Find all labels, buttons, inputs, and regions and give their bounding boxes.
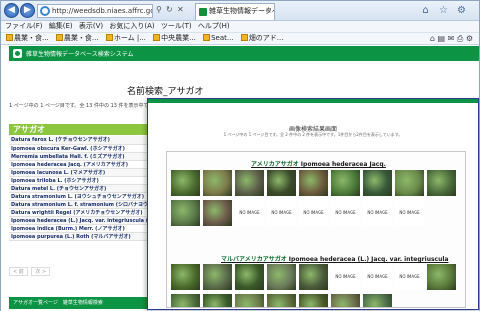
site-logo-icon[interactable]	[13, 49, 22, 58]
folder-icon	[55, 34, 63, 41]
folder-icon	[6, 34, 13, 41]
search-icon[interactable]: ⚲	[156, 5, 162, 14]
refresh-icon[interactable]: ↻	[166, 5, 173, 14]
tab-favicon	[199, 8, 207, 16]
no-image-label: NO IMAGE	[367, 274, 388, 279]
back-arrow-icon[interactable]: ◀	[4, 3, 19, 18]
plant-photo-thumbnail[interactable]	[171, 264, 200, 290]
favorites-bar: 農業・食... 農業・食... ホーム |... 中央農業... Seat...…	[1, 33, 479, 45]
menu-view[interactable]: 表示(V)	[79, 21, 103, 32]
pager: < 前 次 >	[9, 267, 52, 276]
url-text: http://weedsdb.niaes.affrc.go.jp/...	[52, 7, 152, 15]
close-tab-icon[interactable]: ✕	[265, 4, 271, 19]
stop-icon[interactable]: ✕	[177, 5, 184, 14]
pager-prev[interactable]: < 前	[9, 267, 28, 276]
plant-photo-thumbnail[interactable]	[427, 264, 456, 290]
favorite-item[interactable]: 農業・食...	[6, 33, 49, 44]
toolbar-icons[interactable]: ⌂ ▤ ✉ ⎙ ⚙	[430, 33, 473, 44]
plant-photo-thumbnail[interactable]	[395, 170, 424, 196]
folder-icon	[240, 34, 248, 41]
menu-tools[interactable]: ツール(T)	[161, 21, 192, 32]
plant-photo-thumbnail[interactable]	[427, 170, 456, 196]
no-image-label: NO IMAGE	[239, 210, 260, 215]
page-title: 名前検索_アサガオ	[127, 87, 204, 97]
plant-photo-thumbnail[interactable]	[171, 294, 200, 307]
pager-next[interactable]: 次 >	[31, 267, 51, 276]
no-image-placeholder[interactable]: NO IMAGE	[267, 200, 296, 226]
plant-photo-thumbnail[interactable]	[235, 170, 264, 196]
plant-photo-thumbnail[interactable]	[235, 294, 264, 307]
species-title[interactable]: アメリカアサガオ Ipomoea hederacea Jacq.	[251, 159, 386, 168]
no-image-label: NO IMAGE	[335, 210, 356, 215]
favorite-item[interactable]: ホーム |...	[105, 33, 146, 44]
plant-photo-thumbnail[interactable]	[203, 200, 232, 226]
no-image-placeholder[interactable]: NO IMAGE	[331, 264, 360, 290]
species-title[interactable]: マルバアメリカアサガオ Ipomoea hederacea (L.) Jacq.…	[221, 254, 448, 263]
plant-photo-thumbnail[interactable]	[171, 200, 200, 226]
no-image-placeholder[interactable]: NO IMAGE	[363, 264, 392, 290]
folder-icon	[105, 34, 113, 41]
plant-photo-thumbnail[interactable]	[299, 170, 328, 196]
menu-bar: ファイル(F) 編集(E) 表示(V) お気に入り(A) ツール(T) ヘルプ(…	[1, 21, 479, 33]
plant-photo-thumbnail[interactable]	[203, 170, 232, 196]
forward-arrow-icon[interactable]: ▶	[20, 3, 35, 18]
no-image-label: NO IMAGE	[303, 210, 324, 215]
star-icon[interactable]: ☆	[437, 4, 450, 17]
home-icon[interactable]: ⌂	[419, 4, 432, 17]
plant-photo-thumbnail[interactable]	[363, 294, 392, 307]
plant-photo-thumbnail[interactable]	[267, 170, 296, 196]
favorite-item[interactable]: 畑のアド...	[240, 33, 283, 44]
no-image-label: NO IMAGE	[367, 210, 388, 215]
no-image-label: NO IMAGE	[335, 274, 356, 279]
image-results-panel: アメリカアサガオ Ipomoea hederacea Jacq. マルバアメリカ…	[166, 151, 466, 308]
plant-photo-thumbnail[interactable]	[363, 170, 392, 196]
menu-edit[interactable]: 編集(E)	[49, 21, 73, 32]
no-image-placeholder[interactable]: NO IMAGE	[395, 264, 424, 290]
no-image-placeholder[interactable]: NO IMAGE	[299, 200, 328, 226]
site-header: 雑草生物情報データベース検索システム	[9, 46, 479, 61]
no-image-label: NO IMAGE	[271, 210, 292, 215]
popup-top-bar	[148, 99, 478, 103]
tab-active[interactable]: 雑草生物情報データベース... ✕	[195, 3, 275, 20]
plant-photo-thumbnail[interactable]	[171, 170, 200, 196]
plant-photo-thumbnail[interactable]	[203, 264, 232, 290]
plant-photo-thumbnail[interactable]	[235, 264, 264, 290]
folder-icon	[203, 34, 211, 41]
menu-file[interactable]: ファイル(F)	[5, 21, 43, 32]
group-header: アサガオ	[9, 124, 149, 135]
plant-photo-thumbnail[interactable]	[267, 294, 296, 307]
no-image-placeholder[interactable]: NO IMAGE	[331, 200, 360, 226]
menu-favorites[interactable]: お気に入り(A)	[109, 21, 154, 32]
favorite-item[interactable]: Seat...	[203, 33, 234, 44]
plant-photo-thumbnail[interactable]	[299, 294, 328, 307]
url-field[interactable]: http://weedsdb.niaes.affrc.go.jp/...	[37, 4, 153, 18]
no-image-placeholder[interactable]: NO IMAGE	[235, 200, 264, 226]
no-image-label: NO IMAGE	[399, 210, 420, 215]
plant-photo-thumbnail[interactable]	[331, 170, 360, 196]
site-header-title: 雑草生物情報データベース検索システム	[26, 51, 134, 58]
favorite-item[interactable]: 中央農業...	[153, 33, 196, 44]
plant-photo-thumbnail[interactable]	[331, 294, 360, 307]
no-image-label: NO IMAGE	[399, 274, 420, 279]
favorite-item[interactable]: 農業・食...	[55, 33, 99, 44]
menu-help[interactable]: ヘルプ(H)	[198, 21, 230, 32]
plant-photo-thumbnail[interactable]	[203, 294, 232, 307]
popup-result-count: 1 ページ中の 1 ページ目です。全 2 件中の 2 件を表示中です。1件目から…	[223, 132, 403, 137]
plant-photo-thumbnail[interactable]	[267, 264, 296, 290]
no-image-placeholder[interactable]: NO IMAGE	[395, 200, 424, 226]
image-search-popup: 画像検索結果画面 1 ページ中の 1 ページ目です。全 2 件中の 2 件を表示…	[147, 98, 479, 310]
no-image-placeholder[interactable]: NO IMAGE	[363, 200, 392, 226]
plant-photo-thumbnail[interactable]	[299, 264, 328, 290]
gear-icon[interactable]: ⚙	[455, 4, 468, 17]
folder-icon	[153, 34, 161, 41]
site-footer: アサガオ一覧ページ 雑草生物情報検索	[9, 297, 149, 309]
ie-icon	[40, 6, 50, 16]
address-bar: ◀ ▶ http://weedsdb.niaes.affrc.go.jp/...…	[1, 1, 479, 21]
